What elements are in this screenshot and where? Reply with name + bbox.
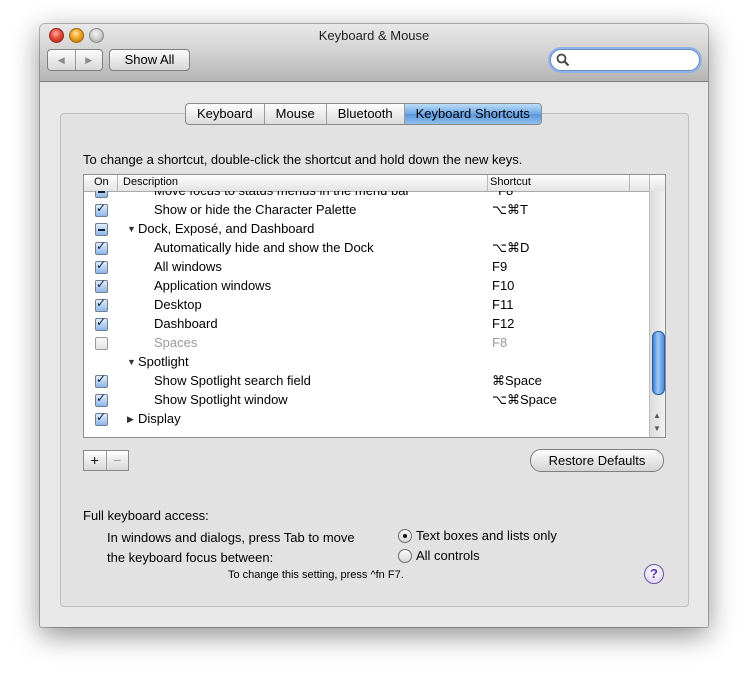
row-shortcut[interactable]: F10 — [492, 278, 514, 293]
table-row[interactable]: All windows F9 — [84, 258, 649, 277]
full-keyboard-access-description: In windows and dialogs, press Tab to mov… — [107, 528, 355, 568]
row-shortcut[interactable]: ⌘Space — [492, 373, 542, 389]
enable-checkbox[interactable] — [95, 315, 108, 331]
back-forward-buttons[interactable]: ◀ ▶ — [47, 49, 103, 71]
radio-label-text-boxes-lists[interactable]: Text boxes and lists only — [416, 528, 557, 543]
table-row[interactable]: Automatically hide and show the Dock ⌥⌘D — [84, 239, 649, 258]
enable-checkbox[interactable] — [95, 258, 108, 274]
row-description: Desktop — [154, 297, 202, 312]
back-arrow-icon[interactable]: ◀ — [48, 50, 76, 70]
titlebar: Keyboard & Mouse ◀ ▶ Show All — [40, 24, 708, 82]
row-description: Automatically hide and show the Dock — [154, 240, 374, 255]
add-remove-buttons: + − — [83, 450, 129, 471]
table-row[interactable]: Spaces F8 — [84, 334, 649, 353]
disclosure-expanded-icon[interactable]: ▼ — [127, 357, 136, 367]
forward-arrow-icon[interactable]: ▶ — [76, 50, 103, 70]
row-shortcut[interactable]: F11 — [492, 297, 513, 312]
column-header-on[interactable]: On — [94, 176, 109, 188]
table-row[interactable]: Dashboard F12 — [84, 315, 649, 334]
enable-checkbox[interactable] — [95, 201, 108, 217]
scroll-thumb[interactable] — [652, 331, 665, 395]
tab-bluetooth[interactable]: Bluetooth — [327, 104, 405, 124]
table-rows: Move focus to status menus in the menu b… — [84, 191, 649, 437]
table-row[interactable]: ▶ Display — [84, 410, 649, 429]
vertical-scrollbar[interactable]: ▲ ▼ — [649, 191, 665, 437]
row-description: Dock, Exposé, and Dashboard — [138, 221, 315, 236]
enable-checkbox[interactable] — [95, 239, 108, 255]
show-all-button[interactable]: Show All — [109, 49, 190, 71]
row-shortcut[interactable]: ⌥⌘D — [492, 240, 529, 256]
tab-mouse[interactable]: Mouse — [265, 104, 327, 124]
table-row[interactable]: ▼ Dock, Exposé, and Dashboard — [84, 220, 649, 239]
help-button[interactable]: ? — [644, 564, 664, 584]
row-description: All windows — [154, 259, 222, 274]
enable-checkbox[interactable] — [95, 191, 108, 198]
table-row[interactable]: Show Spotlight search field ⌘Space — [84, 372, 649, 391]
row-description: Application windows — [154, 278, 272, 293]
enable-checkbox[interactable] — [95, 223, 108, 236]
row-shortcut[interactable]: ⌥⌘T — [492, 202, 528, 218]
row-description: Show Spotlight search field — [154, 373, 311, 388]
tab-bar: Keyboard Mouse Bluetooth Keyboard Shortc… — [185, 103, 542, 125]
radio-label-all-controls[interactable]: All controls — [416, 548, 480, 563]
remove-shortcut-button[interactable]: − — [107, 451, 129, 470]
row-shortcut[interactable]: ⌥⌘Space — [492, 392, 557, 408]
enable-checkbox[interactable] — [95, 296, 108, 312]
row-shortcut[interactable]: F8 — [492, 335, 507, 350]
enable-checkbox[interactable] — [95, 337, 108, 350]
tab-keyboard[interactable]: Keyboard — [186, 104, 265, 124]
scroll-down-arrow-icon[interactable]: ▼ — [653, 424, 661, 433]
enable-checkbox[interactable] — [95, 277, 108, 293]
disclosure-collapsed-icon[interactable]: ▶ — [127, 414, 134, 425]
row-description: Show Spotlight window — [154, 392, 288, 407]
row-shortcut[interactable]: F9 — [492, 259, 507, 274]
table-row[interactable]: Desktop F11 — [84, 296, 649, 315]
instruction-text: To change a shortcut, double-click the s… — [83, 152, 523, 167]
tab-keyboard-shortcuts[interactable]: Keyboard Shortcuts — [404, 104, 541, 124]
fka-description-line2: the keyboard focus between: — [107, 550, 274, 565]
row-description: Dashboard — [154, 316, 218, 331]
column-header-description[interactable]: Description — [123, 176, 178, 188]
table-header: On Description Shortcut — [84, 175, 665, 192]
preferences-window: Keyboard & Mouse ◀ ▶ Show All Keyboard M… — [40, 24, 708, 627]
table-row[interactable]: Application windows F10 — [84, 277, 649, 296]
add-shortcut-button[interactable]: + — [84, 451, 107, 470]
row-description: Show or hide the Character Palette — [154, 202, 357, 217]
column-header-shortcut[interactable]: Shortcut — [490, 176, 531, 188]
disclosure-expanded-icon[interactable]: ▼ — [127, 224, 136, 234]
enable-checkbox[interactable] — [95, 410, 108, 426]
table-row[interactable]: Move focus to status menus in the menu b… — [84, 191, 649, 201]
table-row[interactable]: Show Spotlight window ⌥⌘Space — [84, 391, 649, 410]
full-keyboard-access-label: Full keyboard access: — [83, 508, 209, 523]
row-shortcut[interactable]: ^F8 — [492, 191, 513, 198]
table-row[interactable]: Show or hide the Character Palette ⌥⌘T — [84, 201, 649, 220]
enable-checkbox[interactable] — [95, 391, 108, 407]
row-description: Move focus to status menus in the menu b… — [154, 191, 410, 198]
radio-text-boxes-lists[interactable] — [398, 529, 412, 543]
search-input[interactable] — [550, 49, 700, 71]
row-description: Display — [138, 411, 181, 426]
row-shortcut[interactable]: F12 — [492, 316, 514, 331]
fka-description-line1: In windows and dialogs, press Tab to mov… — [107, 530, 355, 545]
scroll-up-arrow-icon[interactable]: ▲ — [653, 411, 661, 420]
table-row[interactable]: ▼ Spotlight — [84, 353, 649, 372]
keyboard-access-hint: To change this setting, press ^fn F7. — [228, 569, 404, 581]
row-description: Spaces — [154, 335, 198, 350]
search-icon — [556, 53, 570, 67]
shortcuts-table: On Description Shortcut Move focus to st… — [83, 174, 666, 438]
row-description: Spotlight — [138, 354, 189, 369]
window-title: Keyboard & Mouse — [318, 28, 430, 43]
radio-all-controls[interactable] — [398, 549, 412, 563]
enable-checkbox[interactable] — [95, 372, 108, 388]
restore-defaults-button[interactable]: Restore Defaults — [530, 449, 664, 472]
